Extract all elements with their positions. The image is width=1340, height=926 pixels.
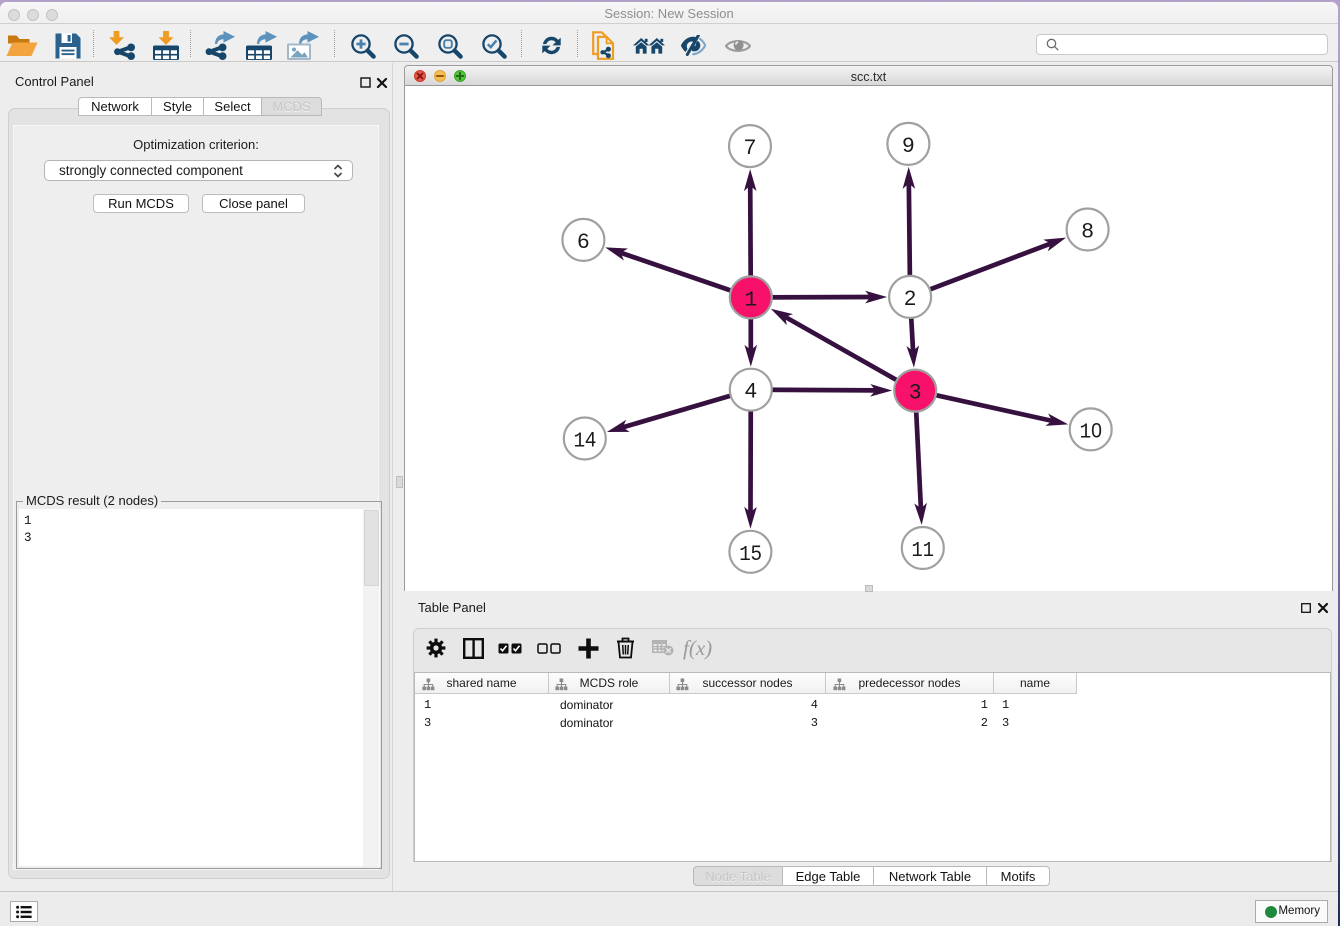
svg-text:f(x): f(x) xyxy=(683,636,712,660)
svg-text:1: 1 xyxy=(744,288,757,312)
svg-text:4: 4 xyxy=(745,379,757,403)
svg-text:8: 8 xyxy=(1082,219,1094,243)
svg-text:14: 14 xyxy=(574,428,597,454)
svg-text:10: 10 xyxy=(1079,418,1102,444)
svg-text:7: 7 xyxy=(744,135,756,159)
svg-text:9: 9 xyxy=(902,133,914,157)
svg-text:3: 3 xyxy=(909,380,921,404)
svg-text:2: 2 xyxy=(904,286,916,310)
svg-text:6: 6 xyxy=(577,229,589,253)
svg-text:11: 11 xyxy=(912,539,935,563)
svg-text:15: 15 xyxy=(739,541,762,567)
